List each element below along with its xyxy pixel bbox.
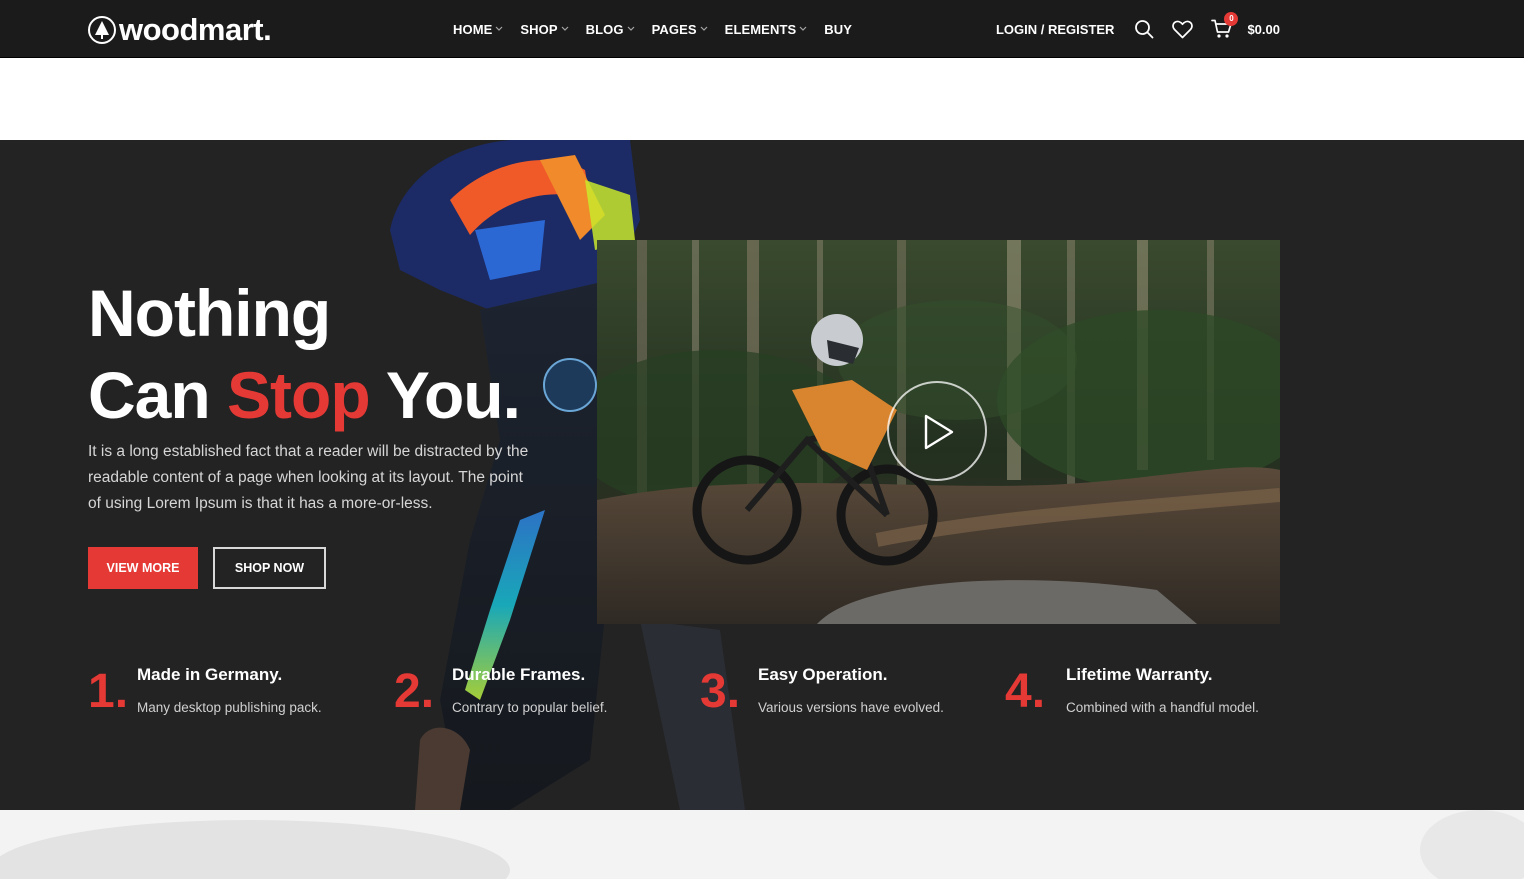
brand-logo[interactable]: woodmart. (88, 12, 272, 48)
feature-description: Various versions have evolved. (758, 700, 944, 715)
nav-item-buy[interactable]: BUY (824, 22, 852, 37)
nav-item-label: HOME (453, 21, 493, 37)
hero-title-line-2b: You. (369, 358, 521, 432)
cart-total[interactable]: $0.00 (1247, 22, 1280, 37)
nav-item-elements[interactable]: ELEMENTS (725, 22, 808, 37)
feature-item: 2. Durable Frames. Contrary to popular b… (394, 660, 694, 730)
feature-title: Easy Operation. (758, 665, 888, 684)
chevron-down-icon (627, 26, 635, 31)
feature-item: 4. Lifetime Warranty. Combined with a ha… (1005, 660, 1305, 730)
feature-title: Made in Germany. (137, 665, 283, 684)
chevron-down-icon (700, 26, 708, 31)
next-section-preview (0, 810, 1524, 879)
header-spacer (0, 59, 1524, 140)
feature-description: Contrary to popular belief. (452, 700, 608, 715)
nav-item-label: BUY (824, 21, 853, 37)
hero-title-line-2a: Can (88, 358, 228, 432)
nav-item-label: ELEMENTS (724, 21, 797, 37)
hero-title-line-1: Nothing (88, 276, 331, 350)
nav-item-label: SHOP (520, 21, 558, 37)
feature-item: 1. Made in Germany. Many desktop publish… (88, 660, 388, 730)
nav-item-shop[interactable]: SHOP (520, 21, 569, 37)
tree-logo-icon (88, 16, 116, 44)
nav-item-label: BLOG (585, 21, 624, 37)
cart-icon[interactable]: 0 (1211, 12, 1239, 39)
play-video-button[interactable] (887, 381, 987, 481)
chevron-down-icon (561, 26, 569, 31)
brand-name: woodmart. (119, 12, 272, 47)
feature-number: 3. (700, 665, 741, 718)
feature-number: 4. (1005, 665, 1046, 718)
chevron-down-icon (495, 26, 503, 31)
hero-description: It is a long established fact that a rea… (88, 443, 529, 512)
feature-item: 3. Easy Operation. Various versions have… (700, 660, 1000, 730)
nav-item-label: PAGES (651, 21, 697, 37)
hero-title: Nothing Can Stop You. (88, 272, 521, 436)
header-actions: LOGIN / REGISTER 0 $0.00 (996, 0, 1280, 58)
search-icon[interactable] (1134, 19, 1154, 39)
feature-number: 2. (394, 665, 435, 718)
hero-section: Nothing Can Stop You. It is a long estab… (0, 140, 1524, 810)
shop-now-button[interactable]: SHOP NOW (213, 547, 326, 589)
feature-description: Combined with a handful model. (1066, 700, 1259, 715)
nav-item-home[interactable]: HOME (453, 22, 503, 37)
nav-item-pages[interactable]: PAGES (652, 22, 708, 37)
feature-title: Durable Frames. (452, 665, 586, 684)
play-icon (924, 414, 954, 450)
feature-description: Many desktop publishing pack. (137, 700, 322, 715)
chevron-down-icon (799, 26, 807, 31)
next-section-image (0, 810, 1524, 879)
nav-item-blog[interactable]: BLOG (586, 22, 635, 37)
feature-number: 1. (88, 665, 129, 718)
hero-title-accent: Stop (227, 358, 371, 432)
heart-icon[interactable] (1172, 20, 1194, 39)
main-navigation: HOME SHOP BLOG PAGES ELEMENTS BUY (453, 0, 869, 58)
cart-count-badge: 0 (1224, 12, 1239, 26)
site-header: woodmart. HOME SHOP BLOG PAGES ELEMENTS … (0, 0, 1524, 58)
view-more-button[interactable]: VIEW MORE (88, 547, 198, 589)
login-register-link[interactable]: LOGIN / REGISTER (996, 22, 1114, 37)
feature-title: Lifetime Warranty. (1066, 665, 1213, 684)
video-thumbnail[interactable] (597, 240, 1280, 624)
